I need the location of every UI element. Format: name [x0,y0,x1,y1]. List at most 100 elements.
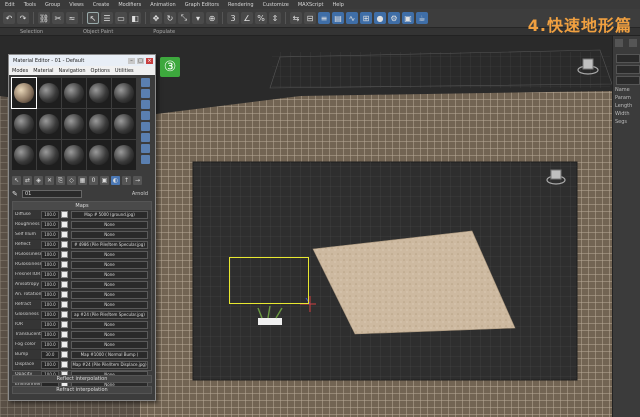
map-amount-spinner[interactable]: 100.0 [41,240,59,249]
show-end-result-icon[interactable]: ◐ [111,176,120,185]
sample-slot[interactable] [12,140,36,170]
options-icon[interactable] [141,144,150,153]
copy-material-icon[interactable]: ⎘ [56,176,65,185]
map-amount-spinner[interactable]: 30.0 [41,350,59,359]
map-slot-button[interactable]: None [71,220,148,229]
map-slot-button[interactable]: None [71,270,148,279]
map-enable-checkbox[interactable] [61,261,68,268]
sample-slot[interactable] [37,140,61,170]
go-to-parent-icon[interactable]: ↑ [122,176,131,185]
sample-slot[interactable] [62,140,86,170]
menu-item[interactable]: Group [45,2,60,8]
map-slot-button[interactable]: None [71,230,148,239]
select-object-icon[interactable]: ↖ [87,12,99,24]
sample-slot[interactable] [11,77,37,109]
menu-item[interactable]: Tools [24,2,36,8]
map-slot-button[interactable]: Map # 5000 (ground.jpg) [71,210,148,219]
angle-snap-icon[interactable]: ∠ [241,12,253,24]
map-enable-checkbox[interactable] [61,351,68,358]
sample-type-icon[interactable] [141,78,150,87]
redo-icon[interactable]: ↷ [17,12,29,24]
panel-field[interactable] [616,76,640,85]
schematic-icon[interactable]: ⊞ [360,12,372,24]
ribbon-tab[interactable]: Object Paint [83,29,113,35]
map-enable-checkbox[interactable] [61,251,68,258]
spinner-snap-icon[interactable]: ⇕ [269,12,281,24]
put-to-scene-icon[interactable]: ⇄ [23,176,32,185]
map-amount-spinner[interactable]: 100.0 [41,360,59,369]
sample-slot[interactable] [87,140,111,170]
render-setup-icon[interactable]: ⚙ [388,12,400,24]
link-icon[interactable]: ⛓ [38,12,50,24]
map-slot-button[interactable]: Map #1000 ( Normal Bump ) [71,350,148,359]
map-amount-spinner[interactable]: 100.0 [41,210,59,219]
menu-item[interactable]: Rendering [228,2,254,8]
render-icon[interactable]: ☕ [416,12,428,24]
map-amount-spinner[interactable]: 100.0 [41,230,59,239]
map-enable-checkbox[interactable] [61,291,68,298]
panel-field[interactable] [616,54,640,63]
material-menu-item[interactable]: Utilities [115,68,134,74]
map-slot-button[interactable]: Map #24 (Pile Pile/Item Displace.jpg) [71,360,148,369]
map-amount-spinner[interactable]: 100.0 [41,310,59,319]
select-by-material-icon[interactable] [141,155,150,164]
get-material-icon[interactable]: ↖ [12,176,21,185]
map-slot-button[interactable]: None [71,250,148,259]
put-to-library-icon[interactable]: ▦ [78,176,87,185]
menu-item[interactable]: Animation [150,2,176,8]
map-slot-button[interactable]: None [71,330,148,339]
undo-icon[interactable]: ↶ [3,12,15,24]
backlight-icon[interactable] [141,89,150,98]
sample-slot[interactable] [12,109,36,139]
maps-header[interactable]: Maps [13,202,151,210]
make-preview-icon[interactable] [141,133,150,142]
map-slot-button[interactable]: None [71,280,148,289]
map-enable-checkbox[interactable] [61,271,68,278]
map-enable-checkbox[interactable] [61,311,68,318]
map-amount-spinner[interactable]: 100.0 [41,270,59,279]
pivot-icon[interactable]: ⊕ [206,12,218,24]
map-slot-button[interactable]: None [71,340,148,349]
video-color-icon[interactable] [141,122,150,131]
map-amount-spinner[interactable]: 100.0 [41,260,59,269]
map-amount-spinner[interactable]: 100.0 [41,290,59,299]
menu-item[interactable]: Views [69,2,83,8]
map-amount-spinner[interactable]: 100.0 [41,330,59,339]
menu-item[interactable]: Customize [263,2,289,8]
ribbon-icon[interactable]: ▤ [332,12,344,24]
material-type-label[interactable]: Arnold [132,191,152,197]
map-amount-spinner[interactable]: 100.0 [41,220,59,229]
menu-item[interactable]: Graph Editors [185,2,219,8]
menu-item[interactable]: Create [93,2,110,8]
sample-slot[interactable] [62,109,86,139]
material-editor-window[interactable]: Material Editor - 01 - Default – □ × Mod… [8,54,156,401]
curve-editor-icon[interactable]: ∿ [346,12,358,24]
map-slot-button[interactable]: ap #24 (Pile Pile/Item Specular.jpg) [71,310,148,319]
material-menu-item[interactable]: Modes [12,68,28,74]
rect-select-icon[interactable]: ▭ [115,12,127,24]
material-id-icon[interactable]: 0 [89,176,98,185]
uv-tiling-icon[interactable] [141,111,150,120]
window-crossing-icon[interactable]: ◧ [129,12,141,24]
eyedropper-icon[interactable]: ✎ [12,190,20,198]
map-amount-spinner[interactable]: 100.0 [41,340,59,349]
material-menu-item[interactable]: Options [91,68,110,74]
map-enable-checkbox[interactable] [61,331,68,338]
render-frame-icon[interactable]: ▣ [402,12,414,24]
menu-item[interactable]: Edit [5,2,15,8]
map-slot-button[interactable]: None [71,260,148,269]
reset-map-icon[interactable]: ✕ [45,176,54,185]
rotate-icon[interactable]: ↻ [164,12,176,24]
map-amount-spinner[interactable]: 100.0 [41,300,59,309]
rollout-refract-interpolation[interactable]: Refract interpolation [12,386,152,394]
bind-icon[interactable]: ≈ [66,12,78,24]
sample-slot[interactable] [112,78,136,108]
modify-tab-icon[interactable] [628,39,637,47]
material-name-field[interactable]: 01 [22,189,82,198]
material-editor-icon[interactable]: ● [374,12,386,24]
menu-item[interactable]: Modifiers [118,2,141,8]
align-icon[interactable]: ⊟ [304,12,316,24]
percent-snap-icon[interactable]: % [255,12,267,24]
map-amount-spinner[interactable]: 100.0 [41,250,59,259]
panel-field[interactable] [616,65,640,74]
